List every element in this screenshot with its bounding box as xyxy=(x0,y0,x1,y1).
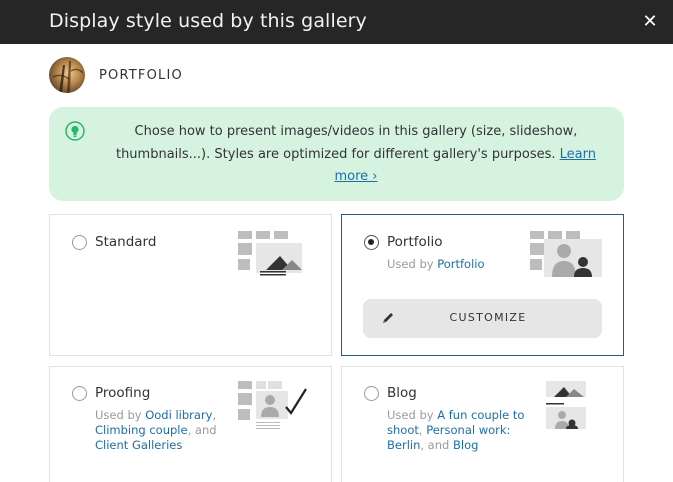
style-option-portfolio[interactable]: Portfolio Used by Portfolio CUSTOMIZE xyxy=(341,214,624,356)
used-by-prefix: Used by xyxy=(387,257,438,271)
used-by-prefix: Used by xyxy=(387,408,438,422)
used-by-proofing: Used by Oodi library, Climbing couple, a… xyxy=(95,408,235,453)
info-banner: Chose how to present images/videos in th… xyxy=(49,107,624,201)
used-by-link[interactable]: Oodi library xyxy=(145,408,212,422)
portfolio-thumbnail xyxy=(530,231,602,277)
used-by-separator: , xyxy=(212,408,217,422)
used-by-separator: , and xyxy=(187,423,217,437)
used-by-prefix: Used by xyxy=(95,408,146,422)
used-by-link[interactable]: Blog xyxy=(453,438,478,452)
style-option-blog[interactable]: Blog Used by A fun couple to shoot, Pers… xyxy=(341,366,624,482)
radio-portfolio[interactable] xyxy=(364,235,379,250)
used-by-link[interactable]: Portfolio xyxy=(437,257,484,271)
radio-blog[interactable] xyxy=(364,386,379,401)
lightbulb-icon xyxy=(65,121,85,141)
info-text: Chose how to present images/videos in th… xyxy=(109,121,603,189)
style-option-proofing[interactable]: Proofing Used by Oodi library, Climbing … xyxy=(49,366,332,482)
gallery-name: PORTFOLIO xyxy=(99,68,183,83)
gallery-avatar xyxy=(49,57,85,93)
style-option-standard[interactable]: Standard xyxy=(49,214,332,356)
style-label-blog: Blog xyxy=(387,385,417,401)
used-by-separator: , and xyxy=(420,438,450,452)
used-by-separator: , xyxy=(418,423,423,437)
dialog-titlebar: Display style used by this gallery ✕ xyxy=(0,0,673,44)
style-label-proofing: Proofing xyxy=(95,385,151,401)
style-label-standard: Standard xyxy=(95,234,157,250)
customize-label: CUSTOMIZE xyxy=(449,311,527,324)
customize-button[interactable]: CUSTOMIZE xyxy=(363,299,602,338)
proofing-thumbnail xyxy=(238,381,307,429)
used-by-blog: Used by A fun couple to shoot, Personal … xyxy=(387,408,527,453)
used-by-link[interactable]: Climbing couple xyxy=(95,423,188,437)
dialog-title: Display style used by this gallery xyxy=(49,10,367,32)
blog-thumbnail xyxy=(546,381,586,429)
info-message: Chose how to present images/videos in th… xyxy=(115,124,578,162)
radio-proofing[interactable] xyxy=(72,386,87,401)
style-label-portfolio: Portfolio xyxy=(387,234,443,250)
close-icon[interactable]: ✕ xyxy=(640,12,660,32)
standard-thumbnail xyxy=(238,231,302,276)
radio-standard[interactable] xyxy=(72,235,87,250)
used-by-link[interactable]: Client Galleries xyxy=(95,438,182,452)
